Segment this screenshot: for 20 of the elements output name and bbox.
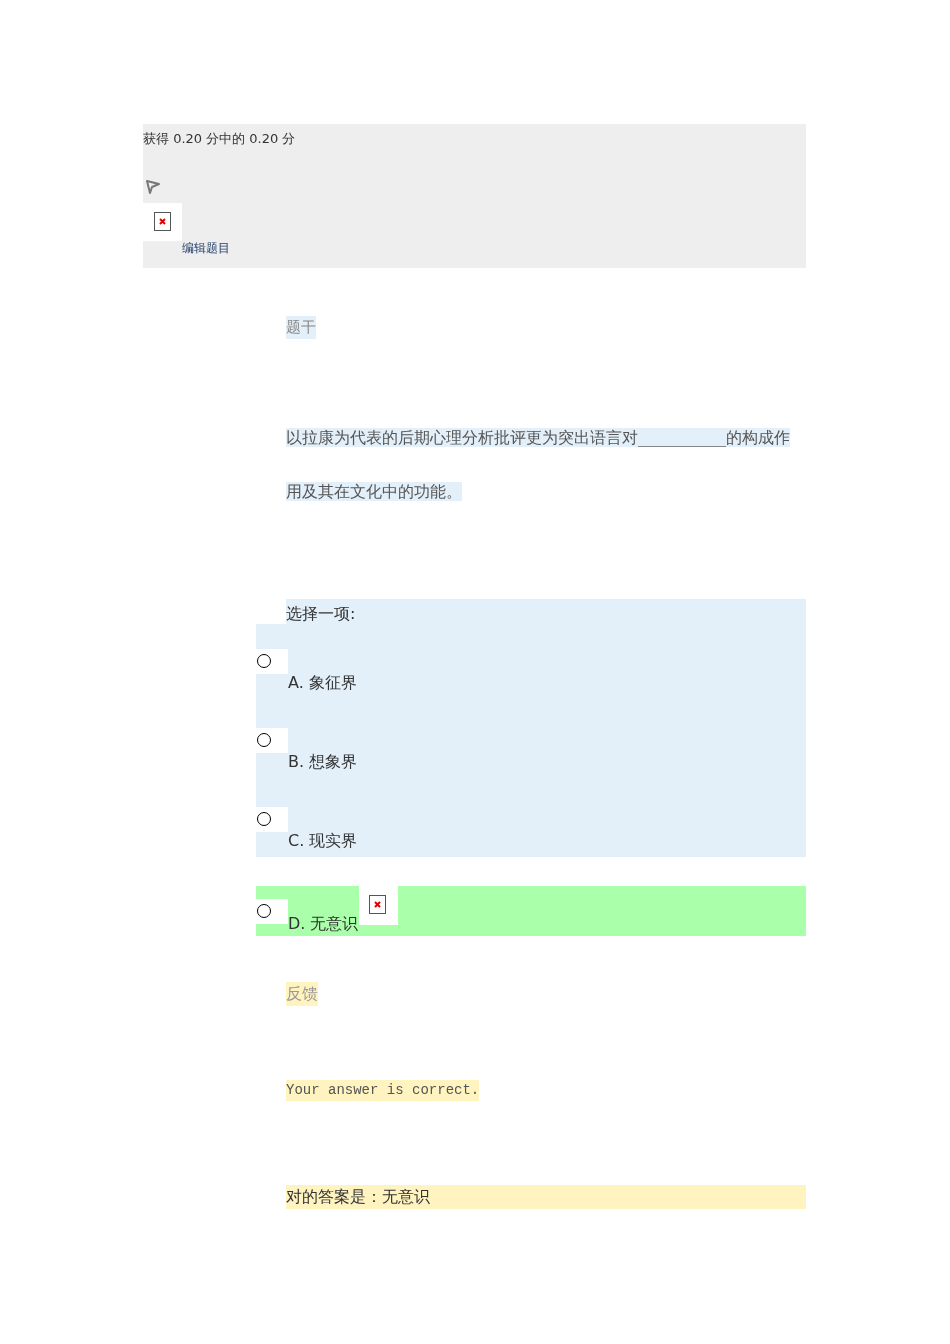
stem-label: 题干	[286, 316, 316, 339]
broken-image-icon	[369, 895, 387, 915]
option-label[interactable]: A. 象征界	[288, 670, 357, 695]
correct-option-row[interactable]: D. 无意识	[256, 885, 806, 936]
radio-button[interactable]	[257, 904, 271, 918]
option-label[interactable]: D. 无意识	[288, 911, 359, 936]
question-text: 以拉康为代表的后期心理分析批评更为突出语言对___________的构成作用及其在文化中的功能。	[286, 426, 791, 503]
option-label[interactable]: C. 现实界	[288, 828, 358, 853]
radio-button[interactable]	[257, 654, 271, 668]
prompt-text: 选择一项:	[286, 602, 356, 625]
radio-button[interactable]	[257, 733, 271, 747]
radio-button[interactable]	[257, 812, 271, 826]
broken-image-icon	[153, 211, 172, 232]
right-answer-text: 对的答案是：无意识	[286, 1184, 806, 1209]
feedback-label: 反馈	[286, 981, 318, 1006]
feedback-message: Your answer is correct.	[286, 1079, 480, 1101]
option-label[interactable]: B. 想象界	[288, 749, 358, 774]
flag-icon[interactable]	[145, 178, 161, 195]
edit-question-link[interactable]: 编辑题目	[182, 240, 230, 255]
grade-text: 获得 0.20 分中的 0.20 分	[143, 130, 296, 148]
